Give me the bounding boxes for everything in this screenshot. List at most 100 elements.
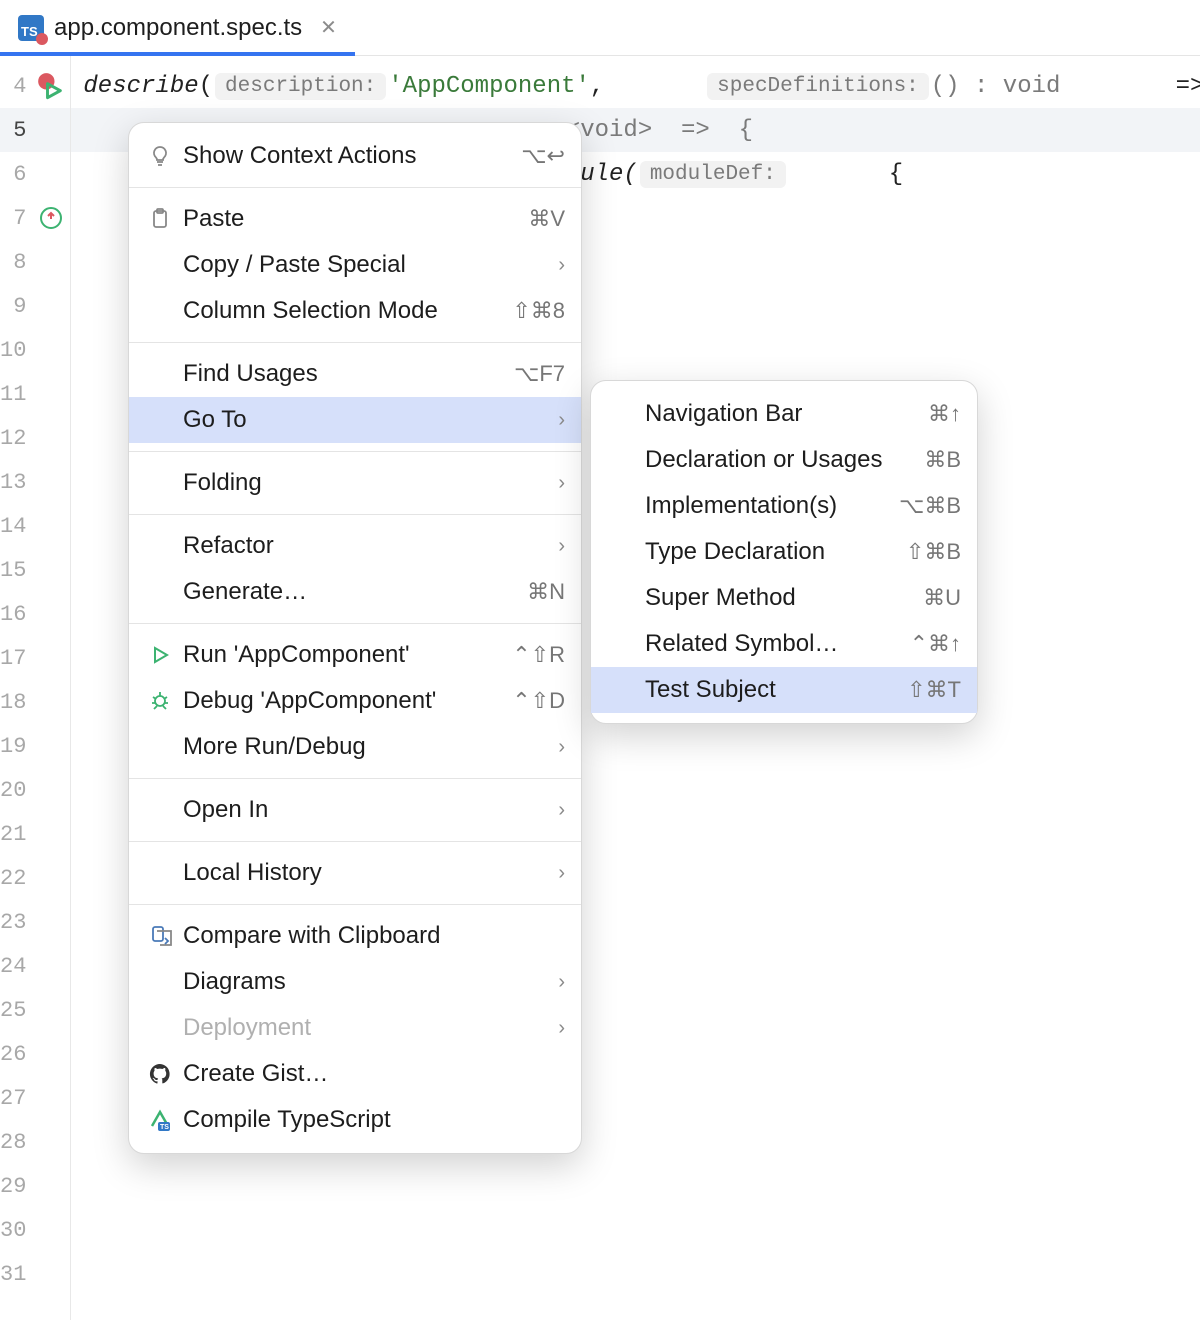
line-number[interactable]: 5: [0, 108, 70, 152]
submenu-arrow-icon: ›: [545, 409, 565, 432]
tab-filename: app.component.spec.ts: [54, 14, 302, 42]
context-menu-item-deployment: Deployment›: [129, 1005, 581, 1051]
vcs-change-icon[interactable]: [36, 203, 66, 233]
context-menu-item-compile-typescript[interactable]: TSCompile TypeScript: [129, 1097, 581, 1143]
submenu-arrow-icon: ›: [545, 799, 565, 822]
type-sig: () : void: [931, 73, 1061, 100]
line-number[interactable]: 16: [0, 592, 70, 636]
line-number[interactable]: 13: [0, 460, 70, 504]
param-hint-moduledef: moduleDef:: [640, 161, 786, 188]
line-number[interactable]: 31: [0, 1252, 70, 1296]
context-menu-item-copy-paste-special[interactable]: Copy / Paste Special›: [129, 242, 581, 288]
goto-submenu-item-type-declaration[interactable]: Type Declaration ⇧⌘B: [591, 529, 977, 575]
submenu-arrow-icon: ›: [545, 472, 565, 495]
menu-item-label: Compare with Clipboard: [183, 922, 565, 950]
menu-item-label: Find Usages: [183, 360, 506, 388]
line-number[interactable]: 29: [0, 1164, 70, 1208]
line-number[interactable]: 20: [0, 768, 70, 812]
menu-separator: [129, 623, 581, 624]
line-number[interactable]: 8: [0, 240, 70, 284]
context-menu-item-run-appcomponent[interactable]: Run 'AppComponent' ⌃⇧R: [129, 632, 581, 678]
line-number[interactable]: 17: [0, 636, 70, 680]
goto-submenu-item-implementation-s[interactable]: Implementation(s)⌥⌘B: [591, 483, 977, 529]
context-menu-item-paste[interactable]: Paste⌘V: [129, 196, 581, 242]
submenu-arrow-icon: ›: [545, 736, 565, 759]
line-number[interactable]: 4: [0, 64, 70, 108]
keyboard-shortcut: ⇧⌘B: [906, 539, 961, 565]
line-number[interactable]: 19: [0, 724, 70, 768]
line-number[interactable]: 24: [0, 944, 70, 988]
context-menu-item-open-in[interactable]: Open In›: [129, 787, 581, 833]
line-number[interactable]: 22: [0, 856, 70, 900]
line-number[interactable]: 25: [0, 988, 70, 1032]
describe-call: describe: [83, 73, 198, 100]
run-gutter-icon[interactable]: [36, 71, 66, 101]
submenu-arrow-icon: ›: [545, 1017, 565, 1040]
line-number[interactable]: 11: [0, 372, 70, 416]
menu-item-label: Super Method: [645, 584, 915, 612]
line-number[interactable]: 30: [0, 1208, 70, 1252]
context-menu-item-generate[interactable]: Generate…⌘N: [129, 569, 581, 615]
menu-separator: [129, 187, 581, 188]
keyboard-shortcut: ⇧⌘8: [512, 298, 565, 324]
keyboard-shortcut: ⌃⇧R: [512, 642, 565, 668]
typescript-file-icon: TS: [18, 15, 44, 41]
goto-submenu-item-navigation-bar[interactable]: Navigation Bar⌘↑: [591, 391, 977, 437]
line-number[interactable]: 14: [0, 504, 70, 548]
menu-item-label: Show Context Actions: [183, 142, 513, 170]
line-number[interactable]: 26: [0, 1032, 70, 1076]
line-number[interactable]: 7: [0, 196, 70, 240]
context-menu[interactable]: Show Context Actions⌥↩ Paste⌘VCopy / Past…: [128, 122, 582, 1154]
bulb-icon: [145, 144, 175, 168]
context-menu-item-go-to[interactable]: Go To›: [129, 397, 581, 443]
keyboard-shortcut: ⌃⇧D: [512, 688, 565, 714]
menu-item-label: More Run/Debug: [183, 733, 537, 761]
context-menu-item-create-gist[interactable]: Create Gist…: [129, 1051, 581, 1097]
submenu-arrow-icon: ›: [545, 971, 565, 994]
keyboard-shortcut: ⌥⌘B: [899, 493, 961, 519]
line-number[interactable]: 10: [0, 328, 70, 372]
close-tab-icon[interactable]: ✕: [320, 15, 337, 40]
context-menu-item-compare-with-clipboard[interactable]: Compare with Clipboard: [129, 913, 581, 959]
menu-item-label: Paste: [183, 205, 520, 233]
context-menu-item-more-run-debug[interactable]: More Run/Debug ›: [129, 724, 581, 770]
context-menu-item-debug-appcomponent[interactable]: Debug 'AppComponent' ⌃⇧D: [129, 678, 581, 724]
compare-icon: [145, 924, 175, 948]
github-icon: [145, 1062, 175, 1086]
line-number[interactable]: 15: [0, 548, 70, 592]
goto-submenu-item-super-method[interactable]: Super Method⌘U: [591, 575, 977, 621]
line-number[interactable]: 21: [0, 812, 70, 856]
line-number[interactable]: 9: [0, 284, 70, 328]
line-number-gutter: 4567891011121314151617181920212223242526…: [0, 56, 71, 1320]
menu-separator: [129, 514, 581, 515]
context-menu-item-show-context-actions[interactable]: Show Context Actions⌥↩: [129, 133, 581, 179]
code-line-4[interactable]: describe( description: 'AppComponent', s…: [71, 64, 1200, 108]
goto-submenu[interactable]: Navigation Bar⌘↑Declaration or Usages⌘BI…: [590, 380, 978, 724]
context-menu-item-diagrams[interactable]: Diagrams›: [129, 959, 581, 1005]
line-number[interactable]: 27: [0, 1076, 70, 1120]
menu-item-label: Run 'AppComponent': [183, 641, 504, 669]
context-menu-item-folding[interactable]: Folding›: [129, 460, 581, 506]
line-number[interactable]: 18: [0, 680, 70, 724]
submenu-arrow-icon: ›: [545, 535, 565, 558]
context-menu-item-find-usages[interactable]: Find Usages⌥F7: [129, 351, 581, 397]
context-menu-item-column-selection-mode[interactable]: Column Selection Mode⇧⌘8: [129, 288, 581, 334]
tab-bar: TS app.component.spec.ts ✕: [0, 0, 1200, 56]
menu-separator: [129, 778, 581, 779]
param-hint-specdefinitions: specDefinitions:: [707, 73, 929, 100]
file-tab[interactable]: TS app.component.spec.ts ✕: [0, 0, 355, 55]
menu-item-label: Debug 'AppComponent': [183, 687, 504, 715]
keyboard-shortcut: ⌘↑: [928, 401, 961, 427]
goto-submenu-item-declaration-or-usages[interactable]: Declaration or Usages⌘B: [591, 437, 977, 483]
menu-item-label: Generate…: [183, 578, 519, 606]
goto-submenu-item-test-subject[interactable]: Test Subject⇧⌘T: [591, 667, 977, 713]
context-menu-item-local-history[interactable]: Local History›: [129, 850, 581, 896]
line-number[interactable]: 23: [0, 900, 70, 944]
line-number[interactable]: 6: [0, 152, 70, 196]
line-number[interactable]: 28: [0, 1120, 70, 1164]
menu-item-label: Type Declaration: [645, 538, 898, 566]
context-menu-item-refactor[interactable]: Refactor›: [129, 523, 581, 569]
line-number[interactable]: 12: [0, 416, 70, 460]
goto-submenu-item-related-symbol[interactable]: Related Symbol…⌃⌘↑: [591, 621, 977, 667]
string-literal: 'AppComponent': [388, 73, 590, 100]
